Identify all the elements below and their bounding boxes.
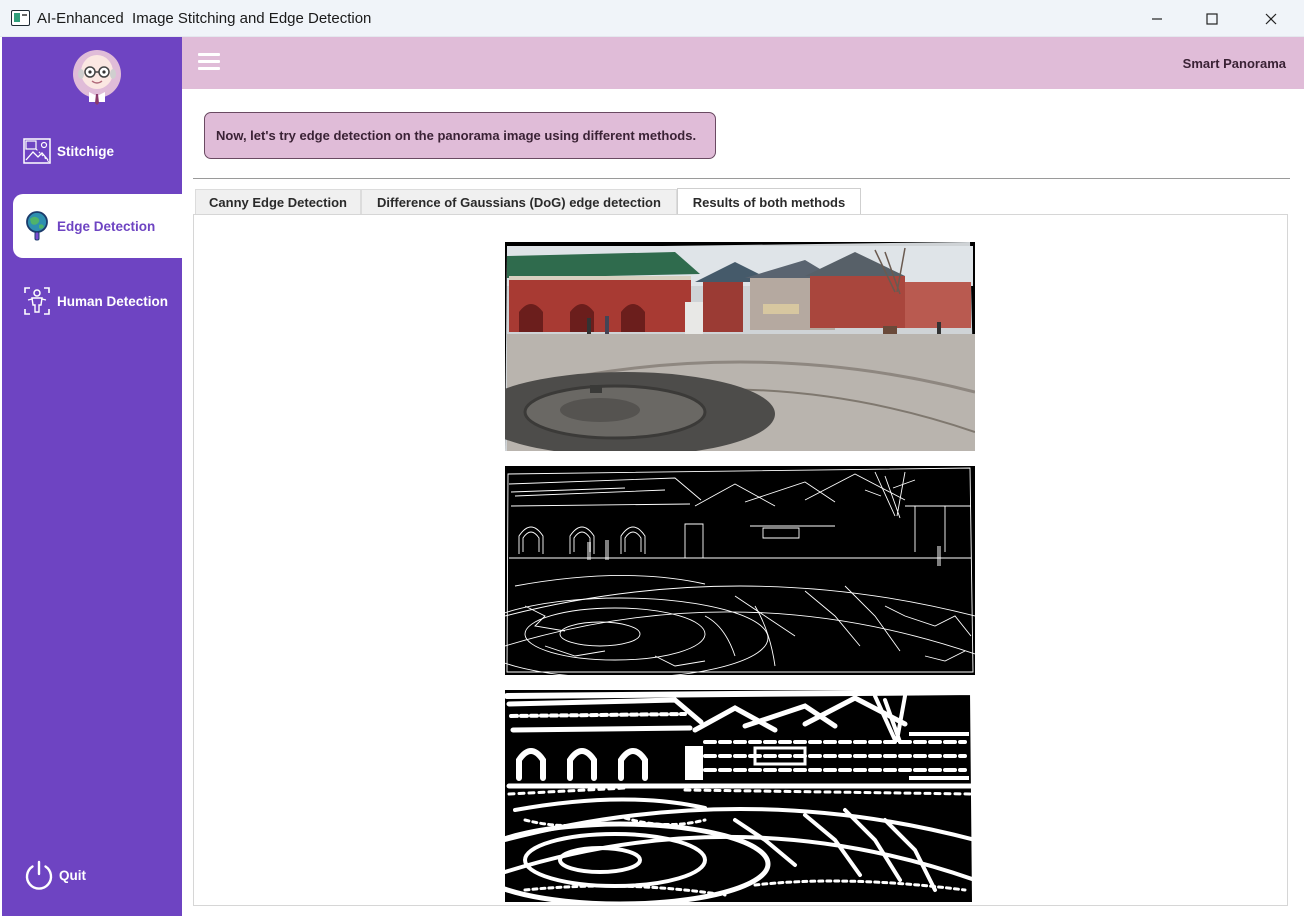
close-button[interactable] bbox=[1242, 0, 1300, 37]
sidebar-item-label: Stitchige bbox=[57, 143, 115, 159]
bald-professor-avatar bbox=[72, 48, 122, 106]
power-icon bbox=[23, 859, 55, 891]
close-icon bbox=[1265, 13, 1277, 24]
sidebar-item-human-detection[interactable]: Human Detection bbox=[13, 269, 182, 333]
window-title: AI-Enhanced Image Stitching and Edge Det… bbox=[37, 10, 372, 27]
top-header: Smart Panorama bbox=[182, 37, 1304, 89]
tab-dog-edge-detection[interactable]: Difference of Gaussians (DoG) edge detec… bbox=[361, 189, 677, 215]
tab-canny-edge-detection[interactable]: Canny Edge Detection bbox=[195, 189, 361, 215]
sidebar-item-edge-detection[interactable]: Edge Detection bbox=[13, 194, 182, 258]
sidebar-item-label: Edge Detection bbox=[57, 218, 156, 234]
quit-button[interactable]: Quit bbox=[13, 843, 182, 907]
brand-title: Smart Panorama bbox=[1182, 56, 1286, 71]
title-bar: AI-Enhanced Image Stitching and Edge Det… bbox=[0, 0, 1304, 37]
canny-edge-result-image bbox=[505, 466, 975, 675]
quit-label: Quit bbox=[59, 867, 86, 883]
hamburger-menu-icon[interactable] bbox=[198, 53, 222, 73]
minimize-button[interactable] bbox=[1128, 0, 1186, 37]
tab-results-of-both-methods[interactable]: Results of both methods bbox=[677, 188, 861, 215]
sidebar: Stitchige Edge Detection Human Detection… bbox=[2, 37, 182, 916]
panorama-image bbox=[505, 242, 975, 451]
app-window-icon bbox=[11, 10, 30, 26]
magnifier-globe-icon bbox=[23, 211, 51, 241]
divider bbox=[193, 178, 1290, 179]
maximize-icon bbox=[1206, 12, 1218, 25]
minimize-icon bbox=[1152, 17, 1162, 20]
human-target-icon bbox=[23, 287, 51, 315]
app-window: AI-Enhanced Image Stitching and Edge Det… bbox=[0, 0, 1304, 916]
stitch-image-icon bbox=[23, 137, 51, 165]
maximize-button[interactable] bbox=[1183, 0, 1241, 37]
instruction-message: Now, let's try edge detection on the pan… bbox=[204, 112, 716, 159]
dog-edge-result-image bbox=[505, 690, 975, 902]
sidebar-item-label: Human Detection bbox=[57, 293, 169, 309]
sidebar-item-stitchige[interactable]: Stitchige bbox=[13, 119, 182, 183]
